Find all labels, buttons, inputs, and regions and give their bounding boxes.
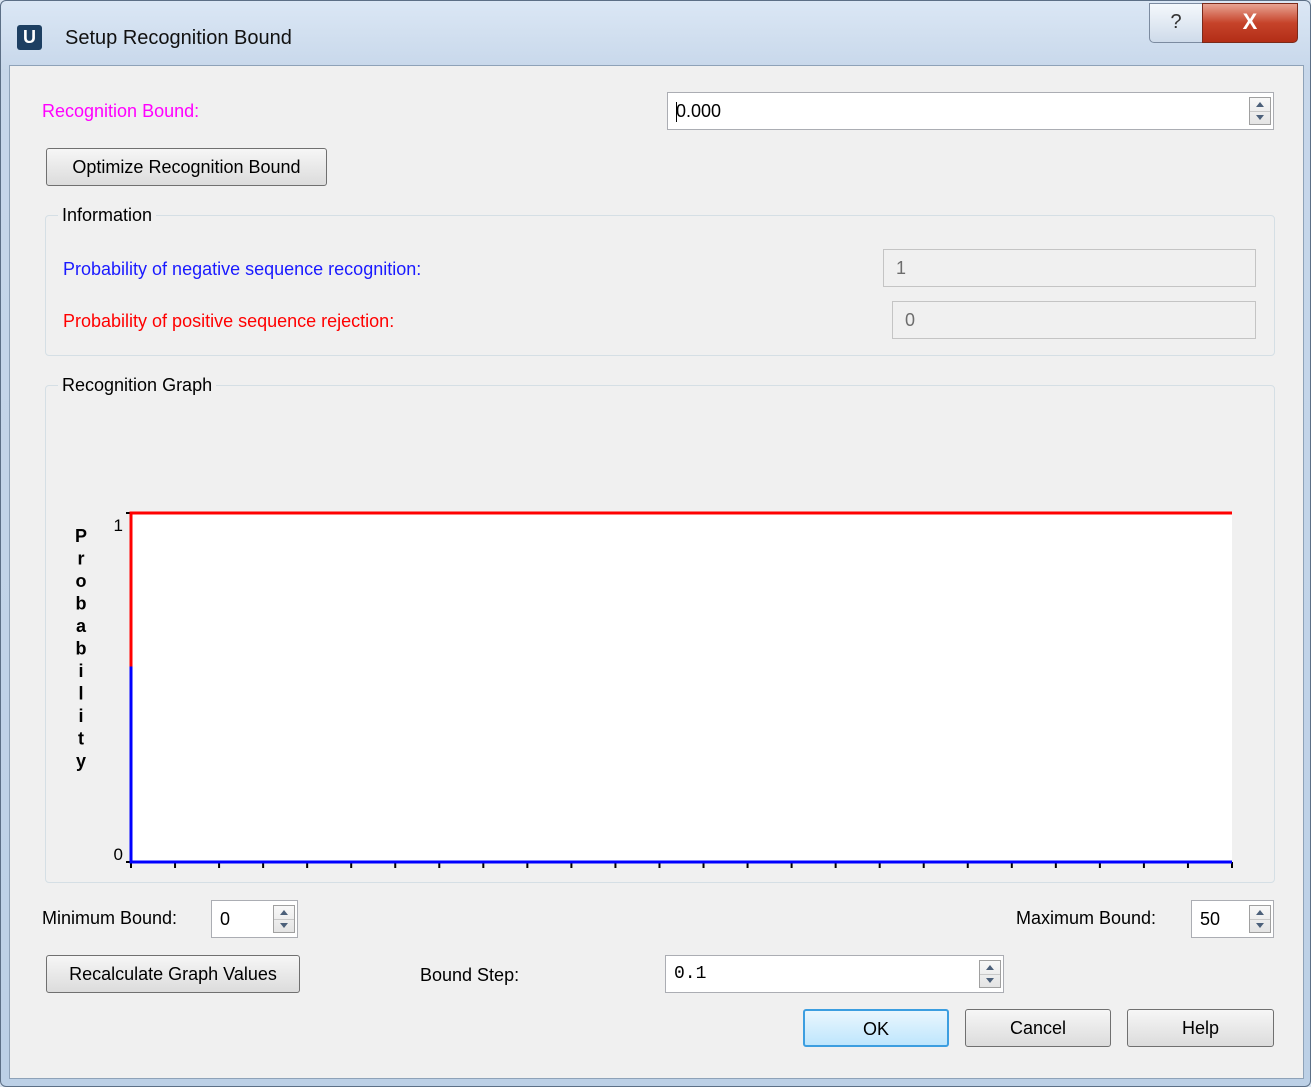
help-button[interactable]: Help [1127, 1009, 1274, 1047]
ok-button[interactable]: OK [803, 1009, 949, 1047]
recognition-bound-input[interactable]: 0.000 [667, 92, 1274, 130]
positive-rejection-value: 0 [892, 301, 1256, 339]
dialog-client-area: Recognition Bound: 0.000 Optimize Recogn… [9, 65, 1304, 1079]
spin-up-icon[interactable] [1256, 102, 1264, 107]
spin-up-icon[interactable] [986, 965, 994, 970]
minimum-bound-input[interactable]: 0 [211, 900, 298, 938]
y-axis-title: Probability [75, 526, 87, 771]
spin-down-icon[interactable] [280, 923, 288, 928]
spin-up-icon[interactable] [1256, 910, 1264, 915]
dialog-window: U Setup Recognition Bound ? X Recognitio… [0, 0, 1311, 1087]
positive-rejection-label: Probability of positive sequence rejecti… [63, 311, 395, 331]
negative-recognition-value: 1 [883, 249, 1256, 287]
maximum-bound-input[interactable]: 50 [1191, 900, 1274, 938]
bound-step-value: 0.1 [674, 964, 707, 984]
spin-down-icon[interactable] [986, 978, 994, 983]
bound-step-spinner[interactable] [979, 960, 1001, 988]
maximum-bound-label: Maximum Bound: [1016, 908, 1157, 928]
recognition-graph-title: Recognition Graph [58, 375, 217, 396]
spin-down-icon[interactable] [1256, 115, 1264, 120]
information-group-title: Information [58, 205, 157, 226]
y-tick-label: 0 [114, 845, 123, 864]
title-help-button[interactable]: ? [1149, 3, 1203, 43]
maximum-bound-value: 50 [1200, 909, 1221, 929]
recognition-bound-spinner[interactable] [1249, 97, 1271, 125]
recognition-bound-value: 0.000 [676, 101, 722, 121]
minimum-bound-value: 0 [220, 909, 231, 929]
recalculate-graph-values-button[interactable]: Recalculate Graph Values [46, 955, 300, 993]
plot-area [131, 513, 1232, 862]
window-title: Setup Recognition Bound [65, 27, 292, 49]
spin-up-icon[interactable] [280, 910, 288, 915]
cancel-button[interactable]: Cancel [965, 1009, 1111, 1047]
maximum-bound-spinner[interactable] [1249, 905, 1271, 933]
y-tick-label: 1 [114, 516, 123, 535]
optimize-recognition-bound-button[interactable]: Optimize Recognition Bound [46, 148, 327, 186]
bound-step-label: Bound Step: [420, 965, 520, 985]
recognition-graph-chart: 0246810121416182022242628303234363840424… [75, 511, 1233, 868]
spin-down-icon[interactable] [1256, 923, 1264, 928]
minimum-bound-label: Minimum Bound: [42, 908, 178, 928]
app-icon: U [17, 25, 42, 50]
recognition-bound-label: Recognition Bound: [42, 101, 200, 121]
minimum-bound-spinner[interactable] [273, 905, 295, 933]
close-button[interactable]: X [1202, 3, 1298, 43]
bound-step-input[interactable]: 0.1 [665, 955, 1004, 993]
negative-recognition-label: Probability of negative sequence recogni… [63, 259, 422, 279]
